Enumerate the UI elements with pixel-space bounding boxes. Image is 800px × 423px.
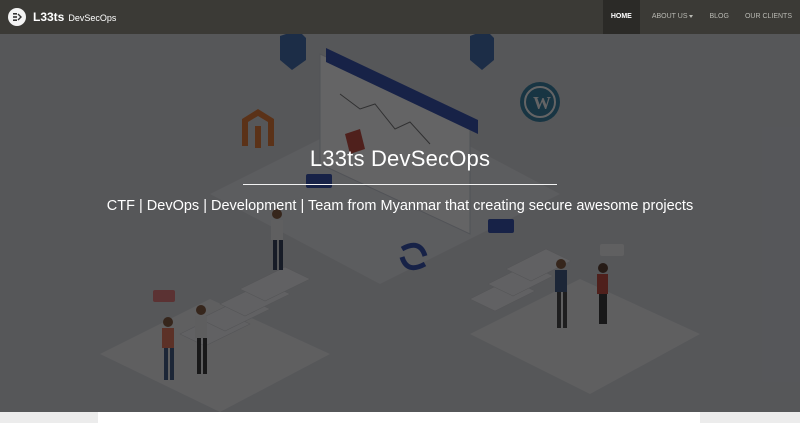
hero-title: L33ts DevSecOps bbox=[309, 146, 491, 171]
brand-logo-icon bbox=[8, 8, 26, 26]
nav-home[interactable]: HOME bbox=[602, 0, 640, 34]
hero-subtitle: CTF | DevOps | Development | Team from M… bbox=[106, 198, 694, 214]
hero-divider bbox=[243, 184, 557, 185]
chevron-down-icon bbox=[689, 14, 694, 18]
hero-overlay bbox=[0, 34, 800, 412]
nav-our-clients[interactable]: OUR CLIENTS bbox=[737, 0, 800, 34]
nav-blog[interactable]: BLOG bbox=[701, 0, 736, 34]
nav-links: HOME ABOUT US BLOG OUR CLIENTS bbox=[602, 0, 800, 34]
nav-home-label: HOME bbox=[610, 13, 632, 20]
nav-clients-label: OUR CLIENTS bbox=[744, 13, 792, 20]
nav-blog-label: BLOG bbox=[709, 13, 729, 20]
top-navbar: L33ts DevSecOps HOME ABOUT US BLOG OUR C… bbox=[0, 0, 800, 34]
brand-link[interactable]: L33ts DevSecOps bbox=[8, 8, 116, 26]
nav-about-us[interactable]: ABOUT US bbox=[644, 0, 702, 34]
brand-subtitle: DevSecOps bbox=[68, 13, 117, 23]
brand-name: L33ts bbox=[33, 10, 65, 24]
content-card-top bbox=[98, 412, 700, 423]
hero-section: W bbox=[0, 34, 800, 412]
nav-about-label: ABOUT US bbox=[651, 13, 688, 20]
